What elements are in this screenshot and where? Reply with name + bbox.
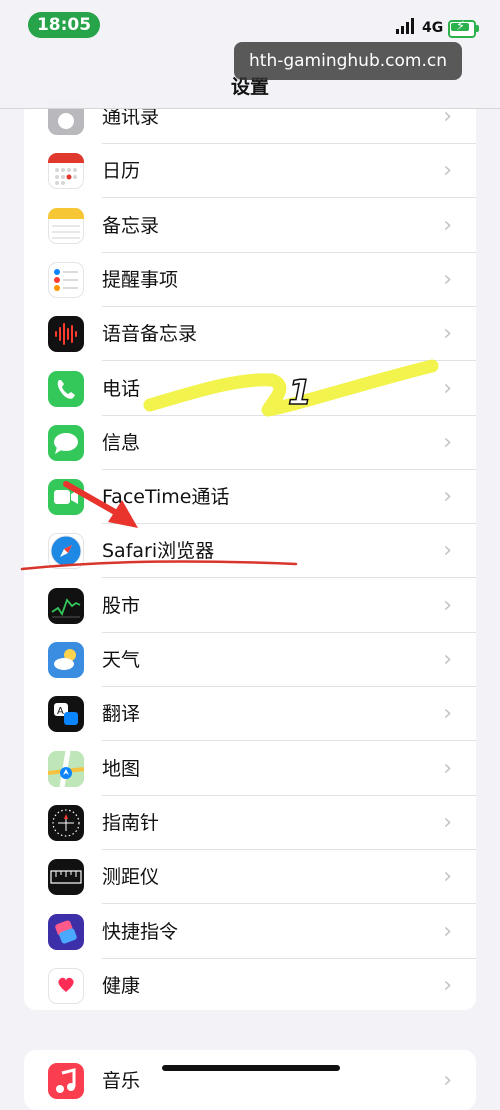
safari-icon xyxy=(48,533,84,570)
chevron-right-icon: › xyxy=(443,1068,452,1093)
settings-row-label: 音乐 xyxy=(102,1070,141,1092)
svg-text:A: A xyxy=(57,706,64,717)
settings-row-label: 测距仪 xyxy=(102,866,160,889)
settings-row-calendar[interactable]: 日历 › xyxy=(24,144,476,199)
settings-row-shortcuts[interactable]: 快捷指令 › xyxy=(24,905,476,959)
chevron-right-icon: › xyxy=(443,972,452,998)
chevron-right-icon: › xyxy=(443,321,452,347)
phone-icon xyxy=(48,370,84,407)
chevron-right-icon: › xyxy=(443,918,452,944)
network-type: 4G xyxy=(422,20,444,36)
chevron-right-icon: › xyxy=(443,375,452,401)
settings-row-voice-memos[interactable]: 语音备忘录 › xyxy=(24,307,476,362)
settings-row-label: FaceTime通话 xyxy=(102,486,230,509)
chevron-right-icon: › xyxy=(443,864,452,890)
compass-icon xyxy=(48,804,84,841)
settings-row-translate[interactable]: A 翻译 › xyxy=(24,687,476,742)
translate-icon: A xyxy=(48,696,84,733)
settings-row-stocks[interactable]: 股市 › xyxy=(24,579,476,633)
cellular-signal-icon xyxy=(396,18,416,34)
settings-row-safari[interactable]: Safari浏览器 › xyxy=(24,524,476,579)
settings-row-label: 地图 xyxy=(102,757,141,780)
health-icon xyxy=(48,967,84,1004)
watermark-banner: hth-gaminghub.com.cn xyxy=(234,42,462,80)
messages-icon xyxy=(48,424,84,461)
chevron-right-icon: › xyxy=(443,484,452,510)
settings-row-label: 日历 xyxy=(102,160,141,183)
chevron-right-icon: › xyxy=(443,538,452,564)
music-icon xyxy=(48,1063,84,1099)
facetime-icon xyxy=(48,479,84,516)
voice-memos-icon xyxy=(48,316,84,353)
settings-row-label: 信息 xyxy=(102,431,141,454)
status-time: 18:05 xyxy=(28,12,100,38)
chevron-right-icon: › xyxy=(443,592,452,618)
chevron-right-icon: › xyxy=(443,158,452,184)
settings-row-label: 提醒事项 xyxy=(102,268,179,291)
settings-row-reminders[interactable]: 提醒事项 › xyxy=(24,253,476,307)
settings-row-maps[interactable]: 地图 › xyxy=(24,742,476,796)
stocks-icon xyxy=(48,587,84,624)
settings-row-label: 指南针 xyxy=(102,811,160,834)
settings-row-notes[interactable]: 备忘录 › xyxy=(24,199,476,253)
battery-icon: ⚡ xyxy=(448,19,479,38)
settings-row-label: 股市 xyxy=(102,594,141,617)
settings-row-label: 快捷指令 xyxy=(102,920,179,943)
home-indicator xyxy=(162,1065,340,1071)
maps-icon xyxy=(48,750,84,787)
settings-row-label: 天气 xyxy=(102,649,141,671)
settings-row-label: 备忘录 xyxy=(102,214,160,237)
settings-row-label: 语音备忘录 xyxy=(102,323,198,346)
chevron-right-icon: › xyxy=(443,212,452,238)
settings-row-weather[interactable]: 天气 › xyxy=(24,633,476,687)
settings-row-health[interactable]: 健康 › xyxy=(24,959,476,1010)
settings-row-measure[interactable]: 测距仪 › xyxy=(24,850,476,905)
settings-row-messages[interactable]: 信息 › xyxy=(24,416,476,470)
chevron-right-icon: › xyxy=(443,429,452,455)
chevron-right-icon: › xyxy=(443,266,452,292)
settings-row-phone[interactable]: 电话 › xyxy=(24,362,476,416)
chevron-right-icon: › xyxy=(443,809,452,835)
settings-row-label: 健康 xyxy=(102,974,141,997)
chevron-right-icon: › xyxy=(443,755,452,781)
shortcuts-icon xyxy=(48,913,84,950)
settings-row-compass[interactable]: 指南针 › xyxy=(24,796,476,850)
calendar-icon xyxy=(48,153,84,190)
reminders-icon xyxy=(48,261,84,298)
settings-list: 通讯录 › 日历 › 备忘录 › 提醒事项 › 语音备忘录 › 电话 › 信息 › FaceTime通话 › S… xyxy=(24,100,476,1010)
nav-divider xyxy=(0,108,500,109)
weather-icon xyxy=(48,642,84,678)
settings-list-media: 音乐 › xyxy=(24,1050,476,1110)
settings-row-label: 电话 xyxy=(102,377,141,400)
measure-icon xyxy=(48,859,84,896)
settings-row-label: Safari浏览器 xyxy=(102,540,215,563)
settings-row-facetime[interactable]: FaceTime通话 › xyxy=(24,470,476,525)
settings-row-music[interactable]: 音乐 › xyxy=(24,1054,476,1108)
notes-icon xyxy=(48,207,84,244)
chevron-right-icon: › xyxy=(443,701,452,727)
chevron-right-icon: › xyxy=(443,647,452,672)
settings-row-label: 翻译 xyxy=(102,703,141,726)
